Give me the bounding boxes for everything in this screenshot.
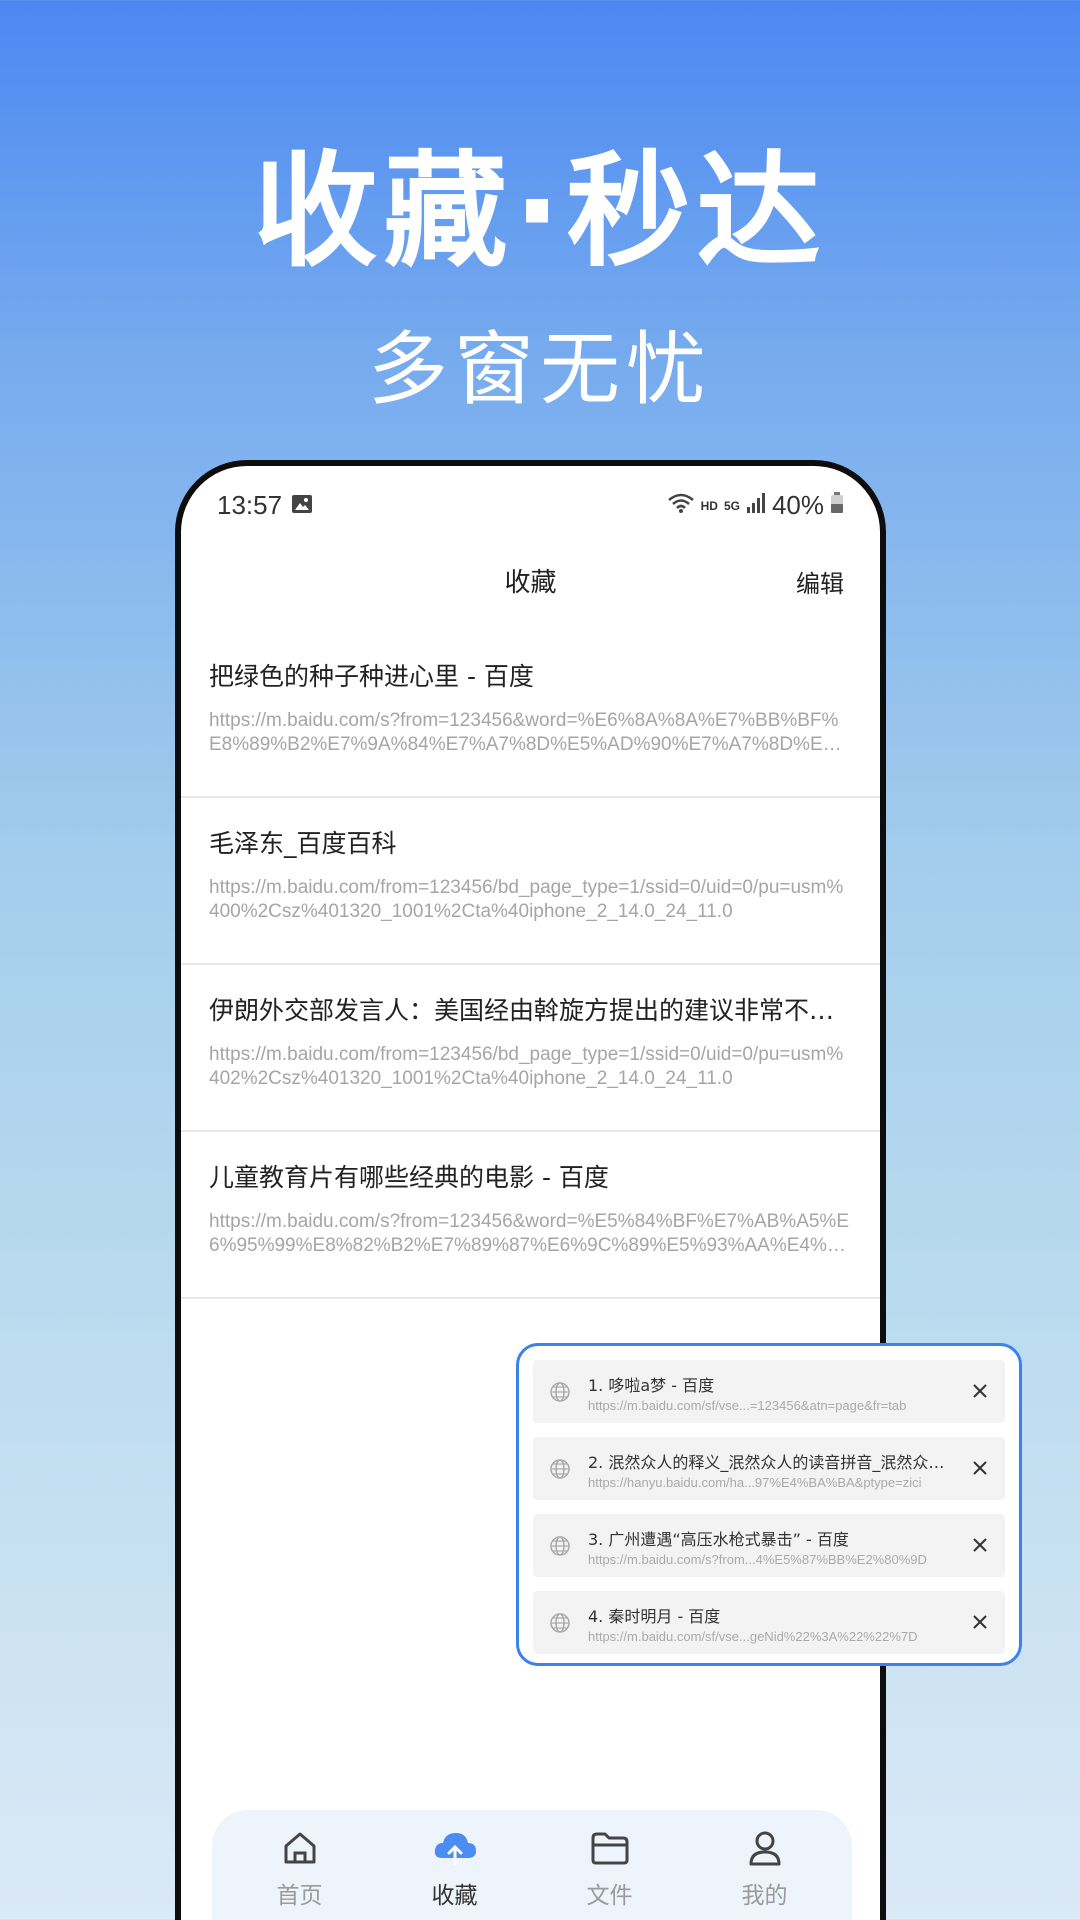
list-item[interactable]: 儿童教育片有哪些经典的电影 - 百度 https://m.baidu.com/s… — [181, 1132, 880, 1299]
favorites-list: 把绿色的种子种进心里 - 百度 https://m.baidu.com/s?fr… — [181, 631, 880, 1299]
window-title: 3. 广州遭遇“高压水枪式暴击” - 百度 — [588, 1530, 849, 1549]
favorite-title: 伊朗外交部发言人：美国经由斡旋方提出的建议非常不合理 — [209, 996, 850, 1025]
close-icon[interactable] — [971, 1536, 989, 1554]
close-icon[interactable] — [971, 1613, 989, 1631]
close-icon[interactable] — [971, 1459, 989, 1477]
status-time: 13:57 — [217, 490, 283, 520]
home-icon — [284, 1832, 315, 1864]
promo-subline: 多窗无忧 — [368, 323, 712, 416]
globe-icon — [550, 1382, 570, 1402]
window-url: https://m.baidu.com/sf/vse...geNid%22%3A… — [588, 1629, 918, 1644]
battery-percent: 40% — [771, 490, 824, 520]
gallery-notification-icon — [291, 494, 313, 519]
tab-profile[interactable]: 我的 — [705, 1810, 825, 1920]
favorite-title: 儿童教育片有哪些经典的电影 - 百度 — [209, 1163, 609, 1192]
window-item[interactable]: 2. 泯然众人的释义_泯然众人的读音拼音_泯然众人的意思 https://han… — [533, 1437, 1005, 1500]
tab-label: 收藏 — [431, 1883, 478, 1909]
multi-window-panel: 1. 哆啦a梦 - 百度 https://m.baidu.com/sf/vse.… — [516, 1343, 1022, 1666]
page-title: 收藏 — [504, 568, 557, 598]
window-item[interactable]: 3. 广州遭遇“高压水枪式暴击” - 百度 https://m.baidu.co… — [533, 1514, 1005, 1577]
hd-label: HD — [700, 498, 718, 513]
promo-headline: 收藏·秒达 — [253, 140, 827, 284]
window-title: 4. 秦时明月 - 百度 — [588, 1607, 721, 1626]
list-item[interactable]: 毛泽东_百度百科 https://m.baidu.com/from=123456… — [181, 798, 880, 965]
status-bar: 13:57 HD 5G 40% — [181, 466, 880, 546]
battery-icon — [830, 490, 844, 521]
list-item[interactable]: 伊朗外交部发言人：美国经由斡旋方提出的建议非常不合理 https://m.bai… — [181, 965, 880, 1132]
globe-icon — [550, 1459, 570, 1479]
tab-label: 我的 — [741, 1883, 788, 1909]
favorite-url: https://m.baidu.com/s?from=123456&word=%… — [209, 710, 839, 755]
phone-frame: 13:57 HD 5G 40% 收藏 编辑 把绿色的种子种进心里 - 百度 ht… — [175, 460, 886, 1920]
list-item[interactable]: 把绿色的种子种进心里 - 百度 https://m.baidu.com/s?fr… — [181, 631, 880, 798]
top-nav: 收藏 编辑 — [181, 546, 880, 616]
tab-label: 文件 — [586, 1883, 633, 1909]
globe-icon — [550, 1613, 570, 1633]
window-title: 1. 哆啦a梦 - 百度 — [588, 1376, 715, 1395]
favorite-url: https://m.baidu.com/s?from=123456&word=%… — [209, 1211, 849, 1256]
folder-icon — [591, 1832, 628, 1865]
tab-label: 首页 — [276, 1883, 323, 1909]
cloud-upload-icon — [434, 1833, 476, 1866]
tab-files[interactable]: 文件 — [550, 1810, 670, 1920]
wifi-icon — [667, 490, 695, 521]
edit-button[interactable]: 编辑 — [796, 564, 844, 599]
favorite-url: https://m.baidu.com/from=123456/bd_page_… — [209, 877, 844, 922]
user-icon — [749, 1831, 780, 1866]
favorite-title: 把绿色的种子种进心里 - 百度 — [209, 662, 534, 691]
window-url: https://hanyu.baidu.com/ha...97%E4%BA%BA… — [588, 1475, 922, 1490]
window-title: 2. 泯然众人的释义_泯然众人的读音拼音_泯然众人的意思 — [588, 1453, 948, 1472]
network-label: 5G — [723, 498, 740, 513]
signal-icon — [746, 490, 766, 521]
window-url: https://m.baidu.com/sf/vse...=123456&atn… — [588, 1398, 907, 1413]
close-icon[interactable] — [971, 1382, 989, 1400]
bottom-tab-bar: 首页 收藏 文件 我的 — [212, 1810, 852, 1920]
favorite-title: 毛泽东_百度百科 — [209, 829, 397, 858]
tab-home[interactable]: 首页 — [240, 1810, 360, 1920]
favorite-url: https://m.baidu.com/from=123456/bd_page_… — [209, 1044, 844, 1089]
window-url: https://m.baidu.com/s?from...4%E5%87%BB%… — [588, 1552, 927, 1567]
tab-favorites[interactable]: 收藏 — [395, 1810, 515, 1920]
window-item[interactable]: 4. 秦时明月 - 百度 https://m.baidu.com/sf/vse.… — [533, 1591, 1005, 1654]
window-item[interactable]: 1. 哆啦a梦 - 百度 https://m.baidu.com/sf/vse.… — [533, 1360, 1005, 1423]
globe-icon — [550, 1536, 570, 1556]
